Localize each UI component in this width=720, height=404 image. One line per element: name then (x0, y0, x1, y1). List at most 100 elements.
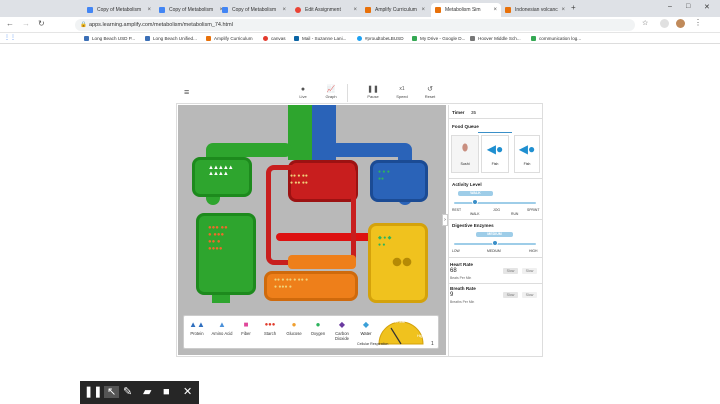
pause-button[interactable]: ❚❚ Pause (362, 85, 384, 103)
legend-glucose: ● Glucose (282, 319, 306, 336)
tab-4[interactable]: Edit Assignment × (291, 3, 361, 17)
tab-7[interactable]: Indonesian volcanc × (501, 3, 569, 17)
protein-icon: ▲▲ (189, 320, 205, 329)
close-icon[interactable]: × (561, 3, 565, 17)
bookmark-label: Mail - Suzanne Lani... (302, 36, 347, 41)
speed-button[interactable]: x1 Speed (391, 85, 413, 103)
bookmark-5[interactable]: Mail - Suzanne Lani... (294, 34, 346, 43)
maximize-icon[interactable]: □ (686, 3, 690, 10)
bookmark-icon (531, 36, 536, 41)
reset-label: Reset (424, 94, 436, 99)
back-icon[interactable]: ← (6, 19, 14, 28)
glucose-icon: ● (291, 320, 297, 329)
bookmark-label: Long Beach Unified... (153, 36, 197, 41)
bookmark-icon (357, 36, 362, 41)
amplify-icon (435, 7, 441, 13)
close-icon[interactable]: × (147, 3, 151, 17)
carbon-dioxide-icon: ◆ (338, 320, 346, 329)
bookmark-4[interactable]: canvas (263, 34, 286, 43)
tab-label: Copy of Metabolism (169, 7, 214, 13)
bookmark-7[interactable]: My Drive - Google D... (412, 34, 465, 43)
close-icon[interactable]: × (493, 3, 497, 17)
live-button[interactable]: ● Live (292, 85, 314, 103)
pen-icon[interactable]: ✎ (123, 386, 132, 398)
new-tab-button[interactable]: + (571, 3, 576, 12)
recorder-toolbar: ❚❚ ↖ ✎ ▰ ■ ✕ (80, 381, 199, 404)
food-item-fish-1[interactable]: ◀● Fish (481, 135, 509, 173)
tab-2[interactable]: Copy of Metabolism× (155, 3, 227, 17)
close-icon[interactable]: × (282, 3, 286, 17)
close-recorder-icon[interactable]: ✕ (183, 386, 192, 398)
camera-icon[interactable]: ■ (163, 386, 170, 398)
breath-fast-button[interactable]: Slow (522, 292, 537, 298)
graph-icon: 📈 (326, 86, 336, 93)
bookmark-label: My Drive - Google D... (420, 36, 466, 41)
lock-icon: 🔒 (80, 22, 87, 28)
speed-label: Speed (396, 94, 408, 99)
close-window-icon[interactable]: ✕ (704, 3, 710, 11)
menu-icon[interactable]: ⋮ (694, 18, 702, 27)
bookmark-label: Long Beach USD P... (92, 36, 136, 41)
bookmark-icon (412, 36, 417, 41)
extension-icon[interactable] (660, 19, 669, 28)
bookmark-6[interactable]: #proudtobeLBUSD (357, 34, 404, 43)
food-item-sushi[interactable]: ⬮ Sushi (451, 135, 479, 173)
bookmark-icon (294, 36, 299, 41)
tab-6-active[interactable]: Metabolism Sim × (431, 3, 501, 17)
tab-label: Metabolism Sim (445, 7, 481, 13)
close-icon[interactable]: × (421, 3, 425, 17)
bookmark-8[interactable]: Hoover Middle Sch... (470, 34, 521, 43)
glucose-particles: ●● ● ●● ● ●● ●● (290, 173, 308, 186)
highlighter-icon[interactable]: ▰ (143, 386, 151, 398)
tab-label: Copy of Metabolism (97, 7, 142, 13)
activity-slider[interactable] (454, 202, 536, 204)
food-item-fish-2[interactable]: ◀● Fish (514, 135, 540, 173)
bookmark-icon (84, 36, 89, 41)
reload-icon[interactable]: ↻ (38, 19, 45, 28)
avatar[interactable] (676, 19, 685, 28)
hamburger-icon[interactable]: ≡ (184, 88, 189, 97)
forward-icon[interactable]: → (22, 19, 30, 28)
tab-label: Copy of Metabolism (232, 7, 277, 13)
bookmark-1[interactable]: Long Beach USD P... (84, 34, 135, 43)
tick-label: SPRINT (527, 208, 540, 212)
tick-label: JOG (493, 208, 500, 212)
enzyme-slider-handle[interactable] (492, 240, 498, 246)
bookmark-9[interactable]: communication log... (531, 34, 581, 43)
amplify-icon (365, 7, 371, 13)
pointer-icon[interactable]: ↖ (104, 386, 120, 398)
heart-fast-button[interactable]: Slow (522, 268, 537, 274)
bookmark-3[interactable]: Amplify Curriculum (206, 34, 253, 43)
queue-progress (478, 132, 512, 133)
timer-label: Timer (452, 110, 465, 115)
starch-icon: ●●● (264, 322, 276, 328)
apps-icon[interactable]: ⋮⋮ (4, 34, 16, 41)
tab-1[interactable]: Copy of Metabolism × (83, 3, 155, 17)
legend-label: Protein (190, 331, 204, 336)
gauge-label: Cellular Respiration (357, 342, 389, 346)
legend-label: Starch (263, 331, 277, 336)
orange-pipe (288, 255, 356, 269)
address-bar[interactable]: 🔒 apps.learning.amplify.com/metabolism/me… (75, 19, 635, 31)
lungs-chamber (192, 157, 252, 197)
heart-slow-button[interactable]: Slow (503, 268, 518, 274)
bookmark-2[interactable]: Long Beach Unified... (145, 34, 197, 43)
tab-5[interactable]: Amplify Curriculum × (361, 3, 429, 17)
legend-fiber: ■ Fiber (234, 319, 258, 336)
minimize-icon[interactable]: – (668, 3, 672, 10)
star-icon[interactable]: ☆ (642, 19, 648, 27)
reset-button[interactable]: ↺ Reset (419, 85, 441, 103)
bookmark-label: communication log... (539, 36, 582, 41)
enzyme-value-badge: MEDIUM (476, 232, 513, 237)
tab-3[interactable]: Copy of Metabolism × (218, 3, 290, 17)
activity-slider-handle[interactable] (471, 199, 478, 205)
food-queue-heading: Food Queue (452, 124, 479, 129)
pause-recording-icon[interactable]: ❚❚ (84, 386, 102, 398)
breath-slow-button[interactable]: Slow (503, 292, 518, 298)
close-icon[interactable]: × (353, 3, 357, 17)
graph-button[interactable]: 📈 Graph (320, 85, 342, 103)
heart-rate-unit: Beats Per Min (450, 276, 472, 280)
heart-rate-value: 68 (450, 268, 457, 274)
legend-label: Fiber (241, 331, 251, 336)
bookmark-label: canvas (271, 36, 286, 41)
